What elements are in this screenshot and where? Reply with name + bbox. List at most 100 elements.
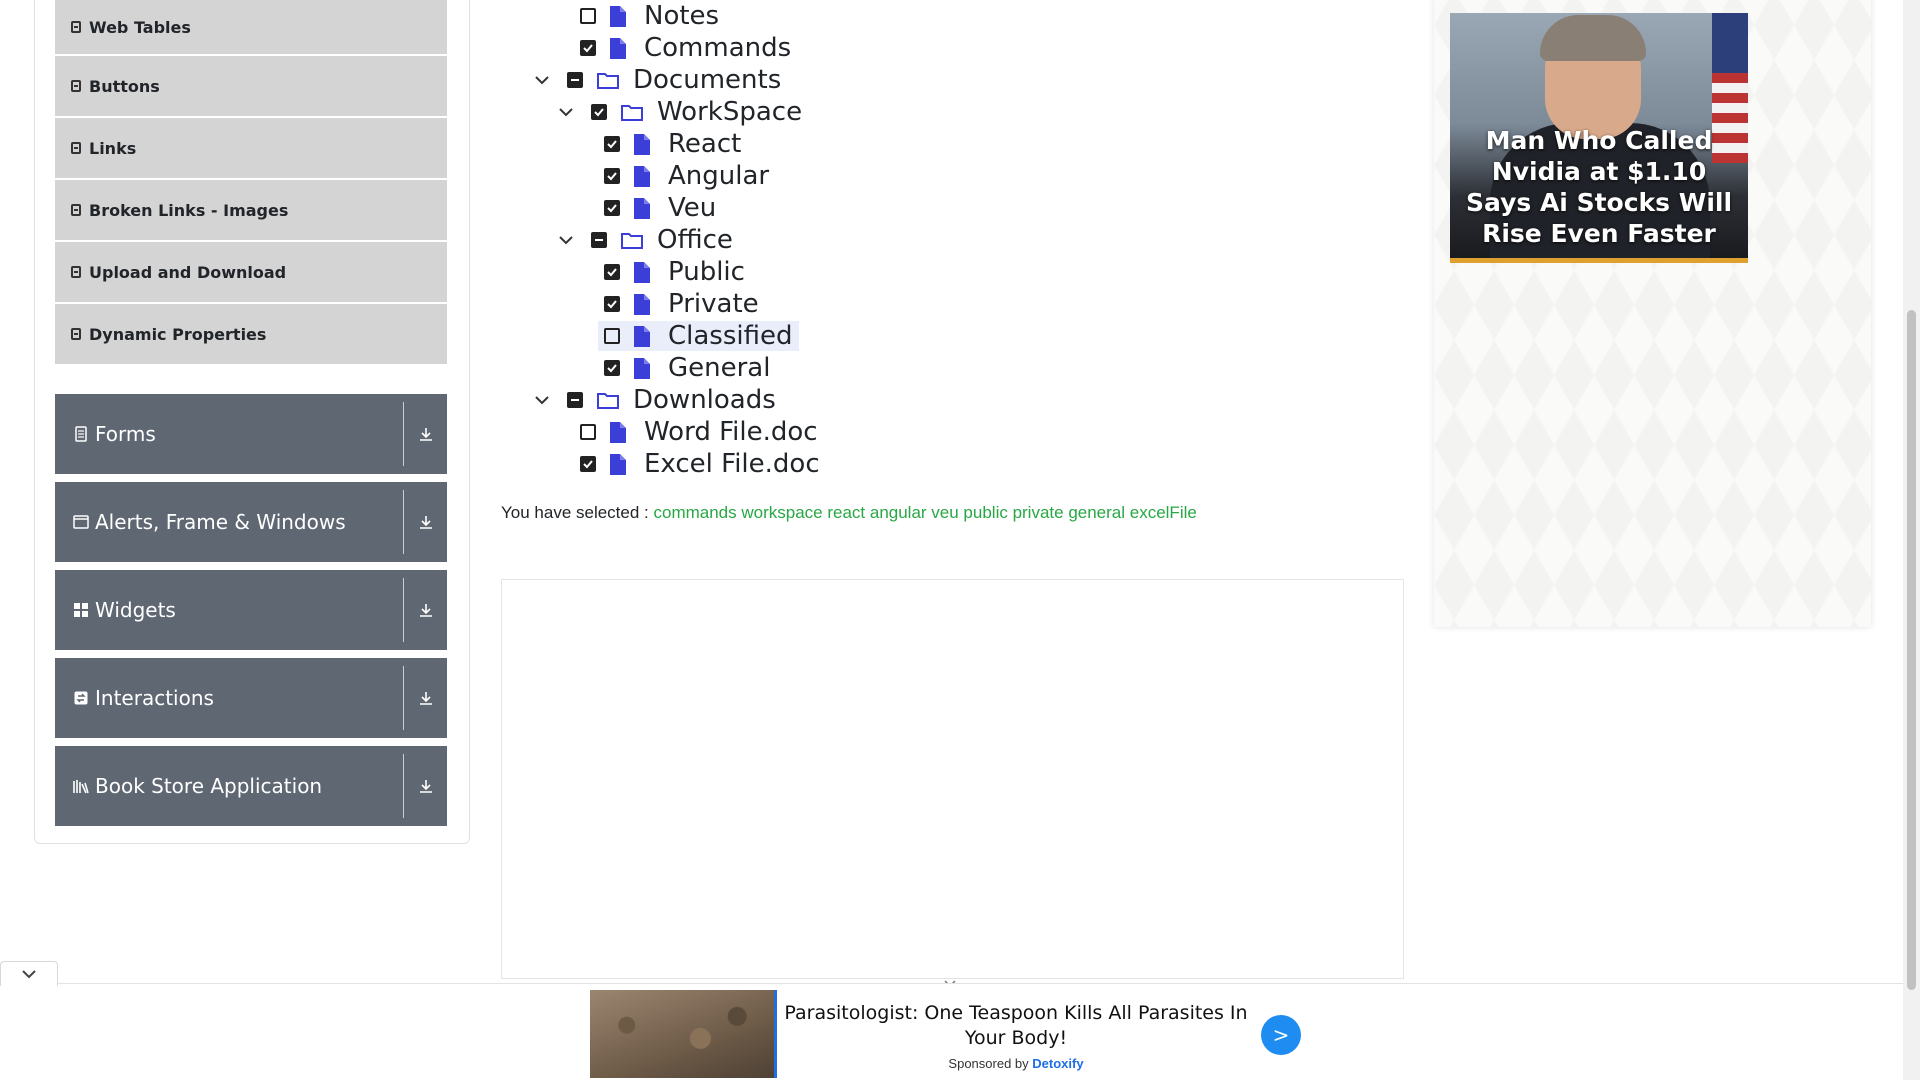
file-icon	[634, 165, 652, 187]
download-arrow-icon[interactable]	[404, 514, 447, 530]
checkbox-checked[interactable]	[591, 104, 607, 120]
tree-label[interactable]: Veu	[668, 193, 716, 223]
checkbox-checked[interactable]	[604, 360, 620, 376]
checkbox-half[interactable]	[591, 232, 607, 248]
tree-node-public: Public	[604, 257, 745, 287]
tree-label[interactable]: Office	[657, 225, 733, 255]
tree-label[interactable]: Notes	[644, 1, 719, 31]
download-arrow-icon[interactable]	[404, 426, 447, 442]
checkbox-half[interactable]	[567, 392, 583, 408]
ad-headline[interactable]: Man Who Called Nvidia at $1.10 Says Ai S…	[1450, 125, 1748, 249]
elements-menu-list: Web Tables Buttons Links Broken Links - …	[55, 0, 447, 366]
group-forms[interactable]: Forms	[55, 394, 447, 474]
tree-label[interactable]: Downloads	[633, 385, 776, 415]
tree-node-workspace: WorkSpace	[555, 97, 802, 127]
group-interactions[interactable]: Interactions	[55, 658, 447, 738]
checkbox-checked[interactable]	[604, 264, 620, 280]
checkbox-checked[interactable]	[604, 296, 620, 312]
group-widgets[interactable]: Widgets	[55, 570, 447, 650]
file-icon	[610, 453, 628, 475]
tree-label[interactable]: Classified	[668, 321, 793, 351]
group-book-store[interactable]: Book Store Application	[55, 746, 447, 826]
tree-node-veu: Veu	[604, 193, 716, 223]
chevron-down-icon[interactable]	[531, 385, 553, 415]
list-icon	[71, 204, 81, 216]
list-icon	[71, 80, 81, 92]
tree-label[interactable]: WorkSpace	[657, 97, 802, 127]
widgets-icon	[73, 603, 89, 617]
checkbox-unchecked[interactable]	[580, 8, 596, 24]
ad-image[interactable]: Man Who Called Nvidia at $1.10 Says Ai S…	[1450, 13, 1748, 263]
bookstore-icon	[73, 778, 89, 794]
person-hair-graphic	[1540, 15, 1646, 61]
result-prefix: You have selected :	[501, 503, 649, 522]
tree-label[interactable]: Commands	[644, 33, 791, 63]
chevron-down-icon[interactable]	[531, 65, 553, 95]
menu-item-web-tables[interactable]: Web Tables	[55, 0, 447, 56]
download-arrow-icon[interactable]	[404, 778, 447, 794]
tree-node-react: React	[604, 129, 741, 159]
checkbox-checked[interactable]	[580, 40, 596, 56]
page-scrollbar[interactable]	[1903, 0, 1920, 1080]
menu-item-broken-links[interactable]: Broken Links - Images	[55, 180, 447, 242]
checkbox-checked[interactable]	[580, 456, 596, 472]
tree-node-documents: Documents	[531, 65, 781, 95]
tree-label[interactable]: React	[668, 129, 741, 159]
tree-label[interactable]: General	[668, 353, 770, 383]
file-icon	[634, 293, 652, 315]
menu-item-buttons[interactable]: Buttons	[55, 56, 447, 118]
file-icon	[634, 261, 652, 283]
group-title: Interactions	[95, 686, 214, 710]
folder-icon	[621, 231, 643, 249]
checkbox-checked[interactable]	[604, 136, 620, 152]
chevron-down-icon[interactable]	[555, 97, 577, 127]
checkbox-checked[interactable]	[604, 168, 620, 184]
file-icon	[610, 37, 628, 59]
scrollbar-thumb[interactable]	[1907, 310, 1916, 990]
window-icon	[73, 515, 89, 529]
bottom-ad-image[interactable]	[590, 990, 777, 1078]
tree-label[interactable]: Excel File.doc	[644, 449, 820, 479]
download-arrow-icon[interactable]	[404, 690, 447, 706]
tree-node-general: General	[604, 353, 770, 383]
bottom-ad-go-button[interactable]: >	[1261, 1015, 1301, 1055]
tree-node-office: Office	[555, 225, 733, 255]
group-alerts-frame-windows[interactable]: Alerts, Frame & Windows	[55, 482, 447, 562]
result-selected-items: commands workspace react angular veu pub…	[653, 503, 1197, 522]
list-icon	[71, 142, 81, 154]
file-icon	[634, 133, 652, 155]
tree-node-private: Private	[604, 289, 759, 319]
tree-label[interactable]: Private	[668, 289, 759, 319]
menu-item-links[interactable]: Links	[55, 118, 447, 180]
right-ad-panel: Man Who Called Nvidia at $1.10 Says Ai S…	[1434, 0, 1871, 627]
form-icon	[73, 426, 89, 442]
tree-node-downloads: Downloads	[531, 385, 776, 415]
tree-label[interactable]: Documents	[633, 65, 781, 95]
bottom-ad-text[interactable]: Parasitologist: One Teaspoon Kills All P…	[776, 1001, 1256, 1051]
checkbox-unchecked[interactable]	[604, 328, 620, 344]
menu-item-dynamic-properties[interactable]: Dynamic Properties	[55, 304, 447, 366]
tree-node-classified: Classified	[598, 321, 799, 351]
tree-label[interactable]: Word File.doc	[644, 417, 818, 447]
folder-icon	[597, 391, 619, 409]
list-icon	[71, 21, 81, 33]
file-icon	[610, 5, 628, 27]
file-icon	[610, 421, 628, 443]
group-title: Forms	[95, 422, 156, 446]
tree-label[interactable]: Angular	[668, 161, 769, 191]
chevron-down-icon[interactable]	[555, 225, 577, 255]
ad-frame-placeholder	[501, 579, 1404, 979]
download-arrow-icon[interactable]	[404, 602, 447, 618]
folder-icon	[597, 71, 619, 89]
group-title: Book Store Application	[95, 774, 323, 798]
file-icon	[634, 357, 652, 379]
tree-label[interactable]: Public	[668, 257, 745, 287]
sponsor-name[interactable]: Detoxify	[1032, 1056, 1083, 1071]
menu-item-upload-download[interactable]: Upload and Download	[55, 242, 447, 304]
checkbox-unchecked[interactable]	[580, 424, 596, 440]
checkbox-checked[interactable]	[604, 200, 620, 216]
collapse-ad-button[interactable]	[0, 961, 58, 986]
checkbox-half[interactable]	[567, 72, 583, 88]
tree-node-notes: Notes	[580, 1, 719, 31]
group-title: Alerts, Frame & Windows	[95, 510, 346, 534]
